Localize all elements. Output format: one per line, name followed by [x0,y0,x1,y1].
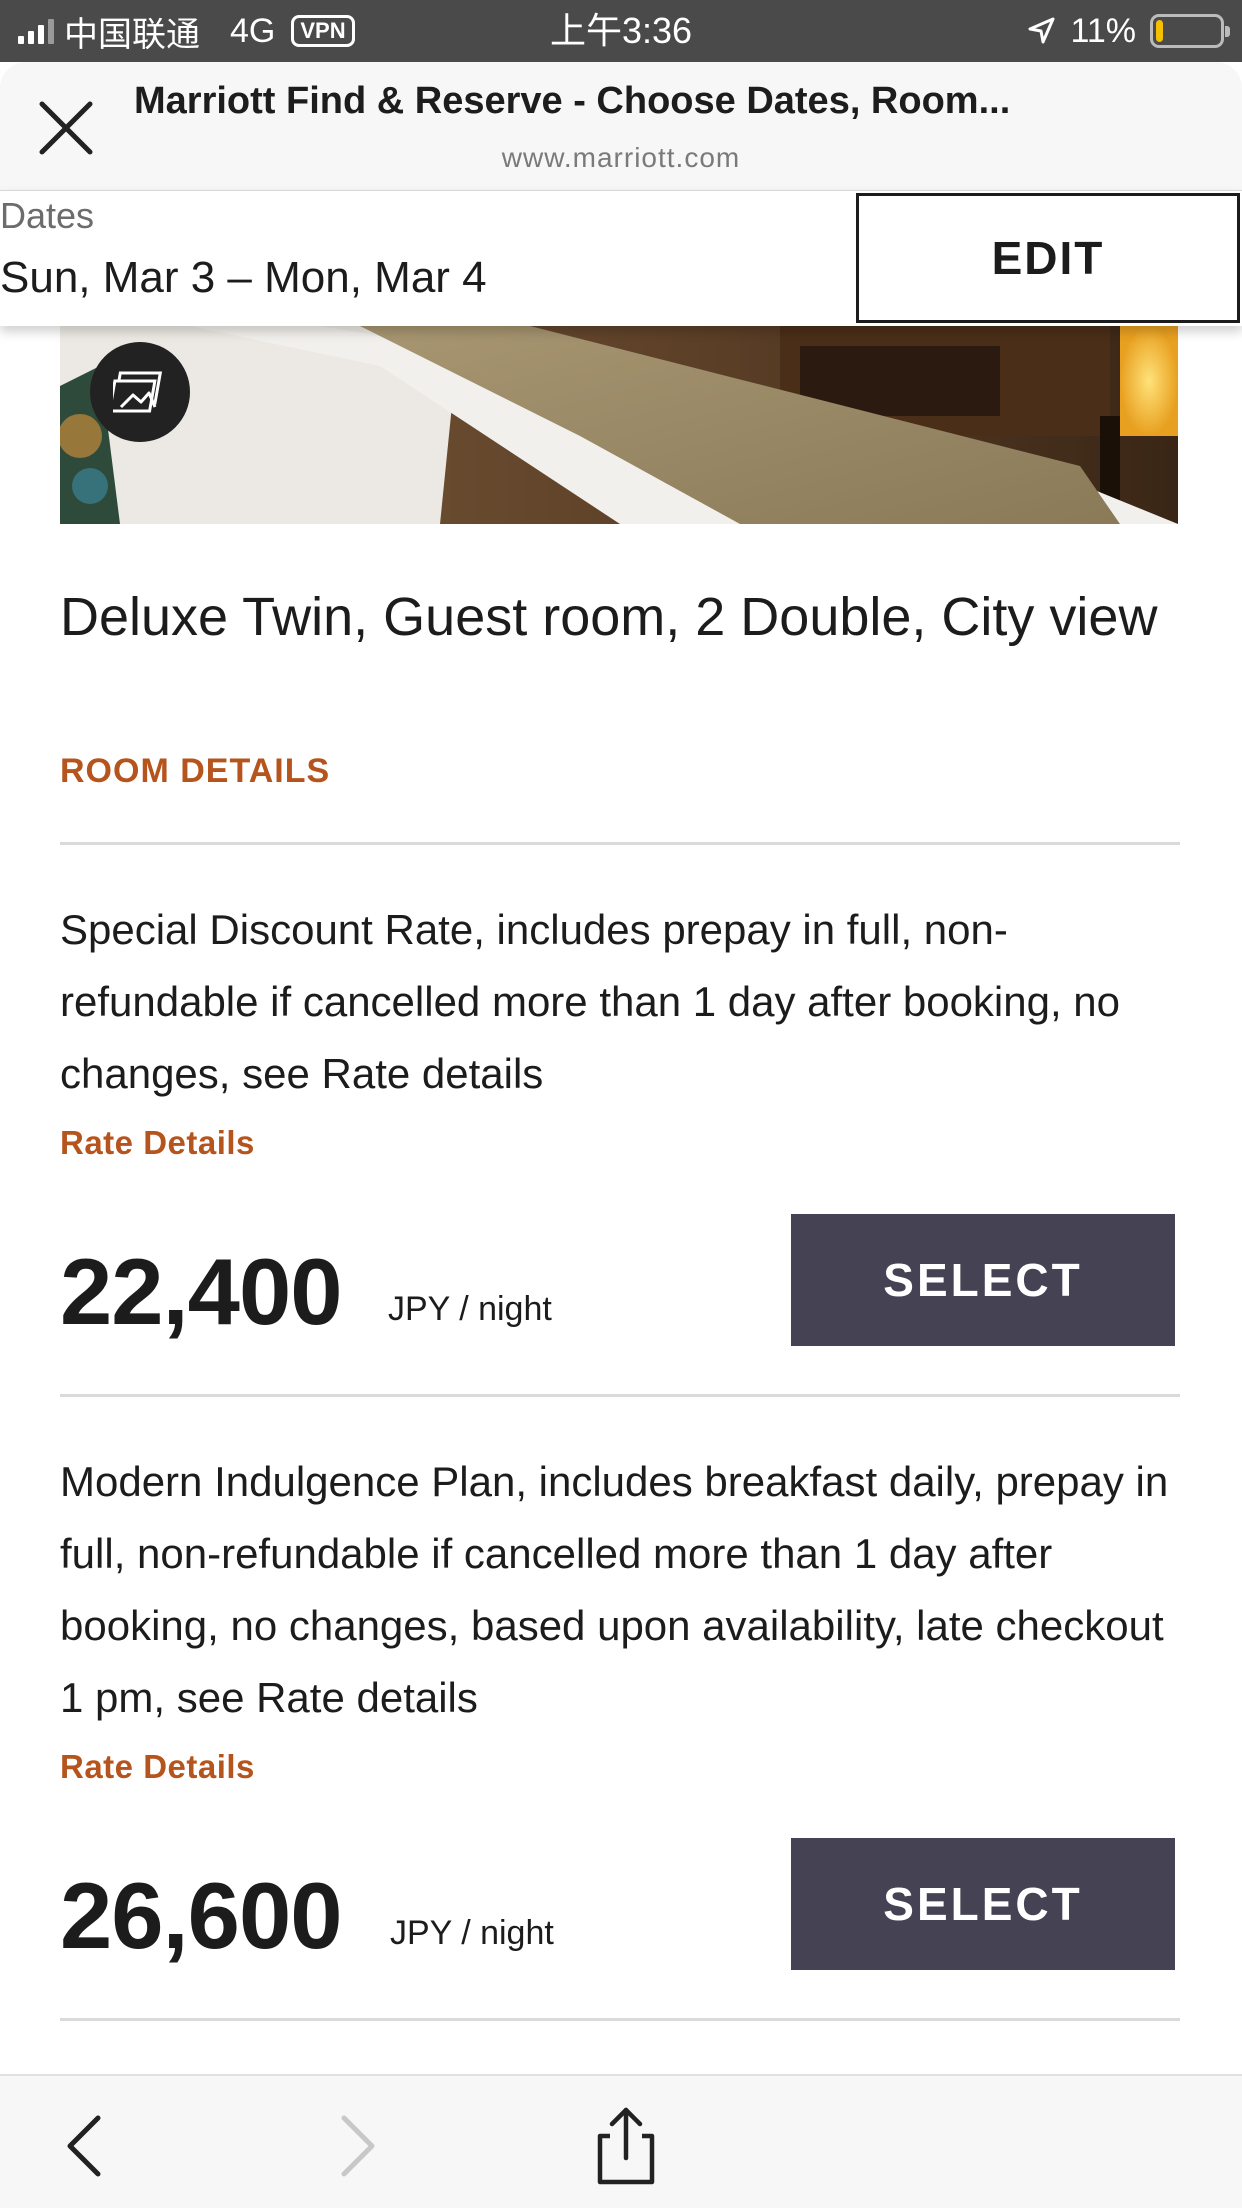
rate-price-unit: JPY / night [390,1914,554,1952]
dates-label: Dates [0,195,95,236]
gallery-icon [113,371,163,413]
browser-header: Marriott Find & Reserve - Choose Dates, … [0,62,1242,190]
rate-description: Special Discount Rate, includes prepay i… [60,906,1121,1097]
share-icon[interactable] [586,2106,666,2186]
page-url: www.marriott.com [501,142,741,173]
room-photo[interactable] [60,326,1178,524]
divider [60,1394,1180,1397]
dates-bar: Dates Sun, Mar 3 – Mon, Mar 4 EDIT [0,190,1242,326]
rate-price-unit: JPY / night [388,1290,552,1328]
rate-description: Modern Indulgence Plan, includes breakfa… [60,1458,1169,1721]
edit-dates-button[interactable]: EDIT [856,193,1240,323]
rate-price: 22,400 [60,1239,343,1344]
browser-toolbar [0,2074,1242,2208]
battery-icon [1150,14,1230,48]
battery-percent: 11% [1070,11,1136,50]
divider [60,2018,1180,2021]
rate-details-link[interactable]: Rate Details [60,1124,255,1162]
room-title: Deluxe Twin, Guest room, 2 Double, City … [60,587,1158,647]
divider [60,842,1180,845]
back-icon[interactable] [48,2106,128,2186]
forward-icon[interactable] [314,2106,394,2186]
status-bar: 中国联通 4G VPN 上午3:36 11% [0,0,1242,62]
select-rate-button[interactable]: SELECT [791,1838,1175,1970]
room-details-link[interactable]: ROOM DETAILS [60,752,330,791]
location-arrow-icon [1028,17,1055,44]
dates-value: Sun, Mar 3 – Mon, Mar 4 [0,253,487,302]
gallery-button[interactable] [90,342,190,442]
rate-price: 26,600 [60,1863,343,1968]
rate-details-link[interactable]: Rate Details [60,1748,255,1786]
select-rate-button[interactable]: SELECT [791,1214,1175,1346]
page-title: Marriott Find & Reserve - Choose Dates, … [134,80,1011,122]
